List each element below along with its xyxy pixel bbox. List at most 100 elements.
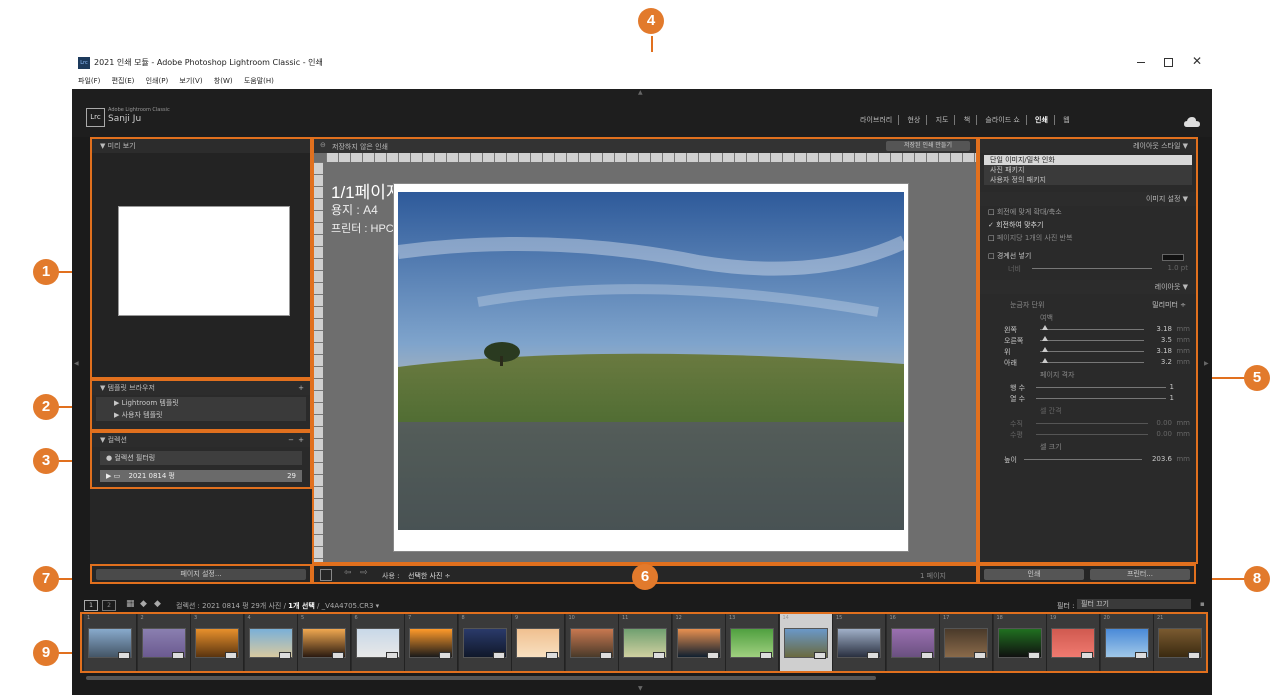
use-select[interactable]: 선택한 사진 ÷ bbox=[408, 571, 451, 581]
next-page-icon[interactable]: ⇨ bbox=[360, 568, 368, 578]
menu-print[interactable]: 인쇄(P) bbox=[146, 74, 169, 89]
spacing-slider[interactable] bbox=[1036, 423, 1148, 424]
filmstrip-cell[interactable]: 10 bbox=[565, 614, 619, 671]
filmstrip-cell[interactable]: 8 bbox=[458, 614, 512, 671]
margin-slider[interactable] bbox=[1040, 362, 1144, 363]
grid-slider[interactable] bbox=[1036, 398, 1166, 399]
slider-thumb-icon[interactable] bbox=[1042, 336, 1049, 341]
margin-slider[interactable] bbox=[1040, 340, 1144, 341]
template-browser-header[interactable]: ▼ 템플릿 브라우저 + bbox=[92, 381, 310, 395]
collection-remove-icon[interactable]: − bbox=[288, 433, 294, 447]
collapse-left-icon[interactable]: ◀ bbox=[74, 360, 79, 367]
margin-slider[interactable] bbox=[1040, 351, 1144, 352]
image-option-repeat[interactable]: □ 페이지당 1개의 사진 반복 bbox=[980, 232, 1196, 245]
collection-add-icon[interactable]: + bbox=[298, 433, 304, 447]
stroke-border-row[interactable]: □ 경계선 넣기 bbox=[980, 250, 1196, 263]
menu-file[interactable]: 파일(F) bbox=[78, 74, 100, 89]
filmstrip-cell[interactable]: 13 bbox=[726, 614, 779, 671]
page-setup-button[interactable]: 페이지 설정... bbox=[96, 569, 306, 580]
collapse-top-icon[interactable]: ▲ bbox=[638, 89, 643, 96]
printer-button[interactable]: 프린터... bbox=[1090, 569, 1190, 580]
filmstrip-cell[interactable]: 14 bbox=[779, 614, 833, 671]
checkbox-icon[interactable]: □ bbox=[988, 234, 995, 242]
margin-value[interactable]: 3.18 bbox=[1156, 347, 1172, 355]
margin-value[interactable]: 3.5 bbox=[1161, 336, 1172, 344]
filmstrip-cell[interactable]: 1 bbox=[84, 614, 137, 671]
checkbox-icon[interactable]: □ bbox=[988, 252, 995, 260]
image-option-zoom[interactable]: □ 회전에 맞게 확대/축소 bbox=[980, 206, 1196, 219]
add-template-icon[interactable]: + bbox=[298, 381, 304, 395]
collapse-right-icon[interactable]: ▶ bbox=[1204, 360, 1209, 367]
filmstrip-cell[interactable]: 4 bbox=[244, 614, 298, 671]
view-toggle-icon[interactable] bbox=[320, 569, 332, 581]
cell-height-slider[interactable] bbox=[1024, 459, 1142, 460]
layout-header[interactable]: 레이아웃 ▼ bbox=[980, 280, 1196, 294]
module-library[interactable]: 라이브러리 bbox=[860, 115, 892, 125]
grid-value[interactable]: 1 bbox=[1170, 383, 1174, 391]
slider-thumb-icon[interactable] bbox=[1042, 358, 1049, 363]
cloud-icon[interactable] bbox=[1184, 117, 1200, 127]
filmstrip-cell[interactable]: 5 bbox=[298, 614, 351, 671]
forward-arrow-icon[interactable]: ◆ bbox=[154, 599, 161, 609]
monitor-2-icon[interactable]: 2 bbox=[102, 600, 116, 611]
spacing-slider[interactable] bbox=[1036, 434, 1148, 435]
module-print[interactable]: 인쇄 bbox=[1035, 115, 1048, 125]
spacing-value[interactable]: 0.00 bbox=[1156, 419, 1172, 427]
module-slideshow[interactable]: 슬라이드 쇼 bbox=[985, 115, 1019, 125]
menu-help[interactable]: 도움말(H) bbox=[244, 74, 274, 89]
close-icon[interactable]: ✕ bbox=[1192, 54, 1202, 68]
module-book[interactable]: 책 bbox=[964, 115, 970, 125]
checkmark-icon[interactable]: ✓ bbox=[988, 221, 994, 229]
filmstrip-cell[interactable]: 16 bbox=[886, 614, 940, 671]
maximize-icon[interactable] bbox=[1164, 58, 1173, 67]
menu-edit[interactable]: 편집(E) bbox=[112, 74, 135, 89]
module-develop[interactable]: 현상 bbox=[907, 115, 920, 125]
ruler-units-select[interactable]: 밀리미터 ÷ bbox=[1152, 300, 1186, 310]
spacing-value[interactable]: 0.00 bbox=[1156, 430, 1172, 438]
menu-window[interactable]: 창(W) bbox=[214, 74, 233, 89]
layout-style-single[interactable]: 단일 이미지/밀착 인화 bbox=[984, 155, 1192, 165]
filmstrip-scrollbar[interactable] bbox=[86, 676, 876, 680]
create-saved-print-button[interactable]: 저장된 인쇄 만들기 bbox=[886, 141, 970, 151]
image-option-rotate[interactable]: ✓ 회전하여 맞추기 bbox=[980, 219, 1196, 232]
module-web[interactable]: 웹 bbox=[1063, 115, 1069, 125]
filmstrip-cell[interactable]: 12 bbox=[672, 614, 726, 671]
filmstrip-cell[interactable]: 20 bbox=[1100, 614, 1154, 671]
layout-style-picture-package[interactable]: 사진 패키지 bbox=[984, 165, 1192, 175]
grid-slider[interactable] bbox=[1036, 387, 1166, 388]
template-item-user[interactable]: ▶ 사용자 템플릿 bbox=[96, 409, 306, 421]
margin-slider[interactable] bbox=[1040, 329, 1144, 330]
stroke-width-slider[interactable] bbox=[1032, 268, 1152, 269]
filmstrip-cell[interactable]: 18 bbox=[993, 614, 1047, 671]
grid-value[interactable]: 1 bbox=[1170, 394, 1174, 402]
filmstrip-cell[interactable]: 6 bbox=[351, 614, 405, 671]
filmstrip-cell[interactable]: 17 bbox=[940, 614, 993, 671]
margin-value[interactable]: 3.18 bbox=[1156, 325, 1172, 333]
filmstrip-cell[interactable]: 15 bbox=[833, 614, 886, 671]
filmstrip-source[interactable]: 컬렉션 : 2021 0814 펑 29개 사진 / 1개 선택 / _V4A4… bbox=[176, 601, 379, 611]
filmstrip-cell[interactable]: 2 bbox=[137, 614, 191, 671]
collections-header[interactable]: ▼ 컬렉션 − + bbox=[92, 433, 310, 447]
module-map[interactable]: 지도 bbox=[936, 115, 949, 125]
filmstrip-cell[interactable]: 9 bbox=[512, 614, 565, 671]
menu-view[interactable]: 보기(V) bbox=[179, 74, 202, 89]
filmstrip-cell[interactable]: 7 bbox=[405, 614, 458, 671]
grid-view-icon[interactable]: ▦ bbox=[126, 599, 135, 609]
minimize-icon[interactable] bbox=[1137, 62, 1145, 63]
slider-thumb-icon[interactable] bbox=[1042, 347, 1049, 352]
monitor-1-icon[interactable]: 1 bbox=[84, 600, 98, 611]
filter-select[interactable]: 필터 끄기 bbox=[1077, 599, 1191, 609]
filmstrip-cell[interactable]: 11 bbox=[619, 614, 672, 671]
checkbox-icon[interactable]: □ bbox=[988, 208, 995, 216]
filter-lock-icon[interactable]: ▪ bbox=[1200, 600, 1205, 608]
filmstrip-cell[interactable]: 3 bbox=[191, 614, 244, 671]
filmstrip-cell[interactable]: 19 bbox=[1047, 614, 1100, 671]
print-button[interactable]: 인쇄 bbox=[984, 569, 1084, 580]
back-arrow-icon[interactable]: ◆ bbox=[140, 599, 147, 609]
collection-item[interactable]: ▶ ▭ 2021 0814 펑 29 bbox=[100, 470, 302, 482]
filmstrip-cell[interactable]: 21 bbox=[1154, 614, 1206, 671]
collection-filter[interactable]: ● 컬렉션 필터링 bbox=[100, 451, 302, 465]
slider-thumb-icon[interactable] bbox=[1042, 325, 1049, 330]
collapse-bottom-icon[interactable]: ▼ bbox=[638, 685, 643, 692]
template-item-lightroom[interactable]: ▶ Lightroom 템플릿 bbox=[96, 397, 306, 409]
